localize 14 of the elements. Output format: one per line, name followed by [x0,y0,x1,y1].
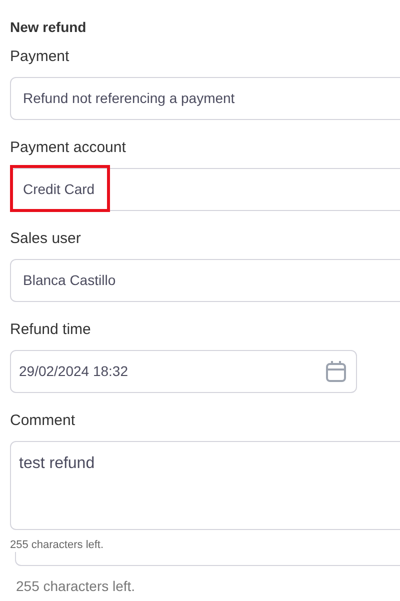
select-field[interactable]: Credit Card [10,168,400,211]
select-field[interactable]: Blanca Castillo [10,259,400,302]
date-field[interactable]: 29/02/2024 18:32 [10,350,357,393]
calendar-icon[interactable] [326,361,346,382]
select-field[interactable]: Refund not referencing a payment [10,77,400,120]
field-label: Refund time [10,320,92,340]
character-count: 255 characters left. [10,538,105,552]
form-title: New refund [10,18,88,37]
field-label: Payment [10,47,70,67]
character-count: 255 characters left. [16,577,136,595]
field-label: Payment account [10,138,127,158]
comment-field[interactable]: test refund [10,441,400,530]
field-label: Comment [10,411,76,431]
field-label: Sales user [10,229,82,249]
